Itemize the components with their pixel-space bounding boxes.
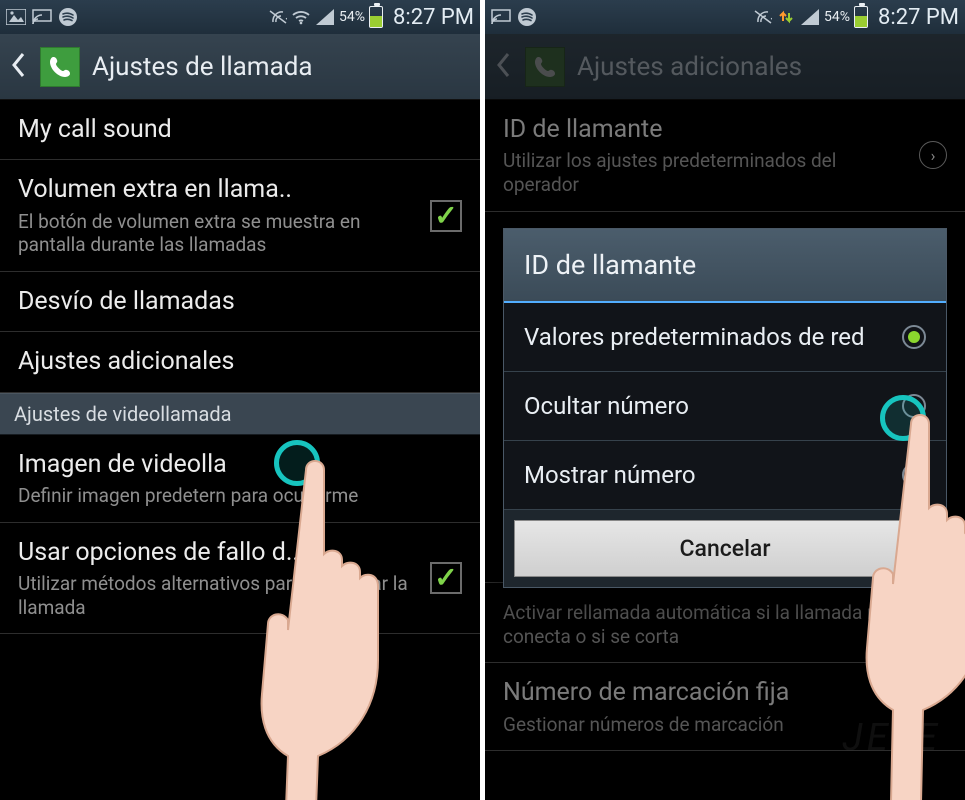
item-subtitle: Utilizar los ajustes predeterminados del… [503,149,907,197]
option-label: Valores predeterminados de red [524,323,890,351]
dialog-title: ID de llamante [504,229,946,303]
checkbox-extra-volume[interactable] [430,200,462,232]
item-title: Ajustes adicionales [18,346,462,377]
item-videocall-image[interactable]: Imagen de videolla Definir imagen predet… [0,435,480,523]
item-additional-settings[interactable]: Ajustes adicionales [0,332,480,392]
item-title: Usar opciones de fallo d.. [18,537,418,568]
checkbox-fallback[interactable] [430,562,462,594]
option-label: Ocultar número [524,392,890,420]
battery-indicator: 54% [339,6,383,28]
clock: 8:27 PM [878,5,959,30]
item-subtitle: Gestionar números de marcación [503,713,947,737]
action-bar: Ajustes adicionales [485,34,965,100]
option-network-default[interactable]: Valores predeterminados de red [504,303,946,372]
signal-icon [800,7,820,27]
spotify-icon [58,7,78,27]
chevron-right-icon: › [919,141,947,169]
screen-additional-settings: 54% 8:27 PM Ajustes adicionales ID de ll… [485,0,965,800]
option-show-number[interactable]: Mostrar número [504,441,946,510]
item-subtitle: Activar rellamada automática si la llama… [503,601,947,649]
spotify-icon [517,7,537,27]
settings-list[interactable]: My call sound Volumen extra en llama.. E… [0,100,480,634]
battery-indicator: 54% [824,6,868,28]
item-title: Número de marcación fija [503,677,947,708]
status-bar: 54% 8:27 PM [0,0,480,34]
cancel-button[interactable]: Cancelar [514,520,936,577]
battery-pct: 54% [339,9,365,25]
gallery-icon [6,7,26,27]
item-extra-volume[interactable]: Volumen extra en llama.. El botón de vol… [0,160,480,272]
data-arrows-icon [776,7,796,27]
item-subtitle: Utilizar métodos alternativos para reint… [18,572,418,620]
status-bar: 54% 8:27 PM [485,0,965,34]
section-header-videocall: Ajustes de videollamada [0,393,480,435]
radio-icon[interactable] [902,394,926,418]
cast-icon [491,7,511,27]
signal-icon [315,7,335,27]
item-fixed-dial: Número de marcación fija Gestionar númer… [485,663,965,751]
item-my-call-sound[interactable]: My call sound [0,100,480,160]
wifi-icon [291,7,311,27]
item-title: Imagen de videolla [18,449,462,480]
action-bar[interactable]: Ajustes de llamada [0,34,480,100]
item-title: Desvío de llamadas [18,286,462,317]
item-call-forwarding[interactable]: Desvío de llamadas [0,272,480,332]
item-caller-id: ID de llamante Utilizar los ajustes pred… [485,100,965,212]
item-fallback-options[interactable]: Usar opciones de fallo d.. Utilizar méto… [0,523,480,635]
page-title: Ajustes de llamada [92,52,313,82]
item-title: Volumen extra en llama.. [18,174,418,205]
option-hide-number[interactable]: Ocultar número [504,372,946,441]
radio-icon[interactable] [902,463,926,487]
phone-app-icon [40,47,80,87]
screen-call-settings: 54% 8:27 PM Ajustes de llamada My call s… [0,0,480,800]
radio-selected-icon[interactable] [902,325,926,349]
vibrate-icon [267,7,287,27]
clock: 8:27 PM [393,5,474,30]
caller-id-dialog: ID de llamante Valores predeterminados d… [503,228,947,588]
vibrate-icon [752,7,772,27]
cast-icon [32,7,52,27]
item-auto-redial: Activar rellamada automática si la llama… [485,582,965,664]
item-subtitle: El botón de volumen extra se muestra en … [18,210,418,258]
phone-app-icon [525,47,565,87]
back-icon[interactable] [10,51,28,83]
item-title: ID de llamante [503,114,907,145]
page-title: Ajustes adicionales [577,52,802,82]
item-title: My call sound [18,114,462,145]
item-subtitle: Definir imagen predetern para ocultarme [18,484,462,508]
battery-pct: 54% [824,9,850,25]
back-icon [495,51,513,83]
option-label: Mostrar número [524,461,890,489]
